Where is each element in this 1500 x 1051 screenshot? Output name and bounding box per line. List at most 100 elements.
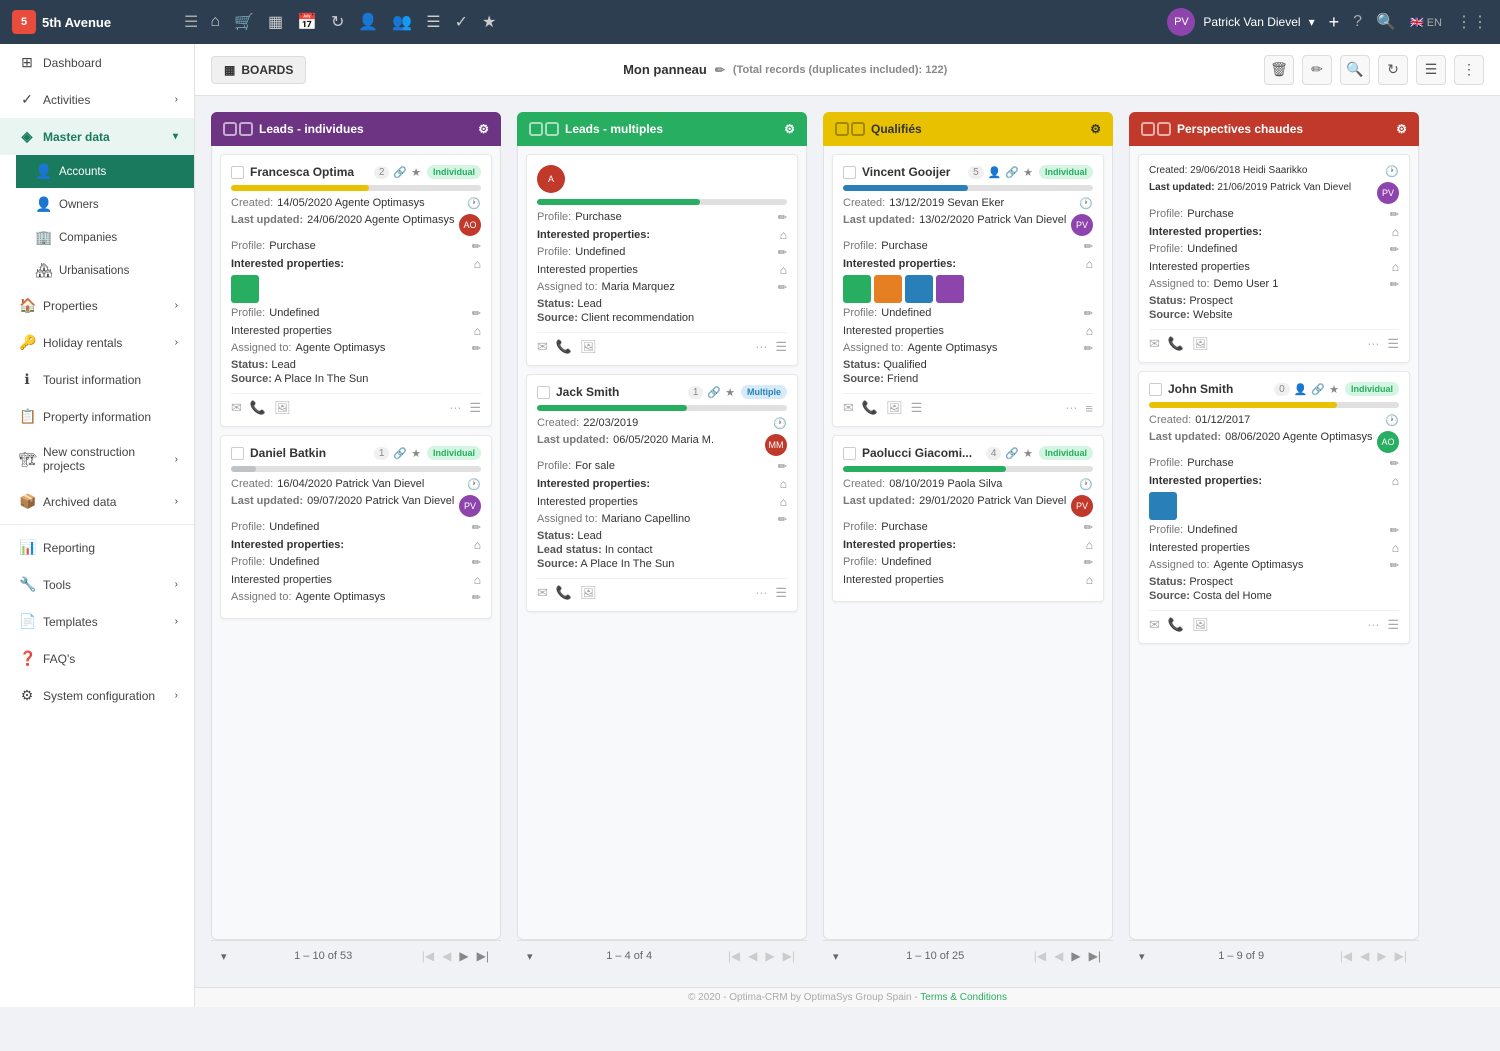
edit-profile-icon[interactable]: ✏ [472, 240, 481, 253]
footer-list-john[interactable]: ☰ [1387, 617, 1399, 633]
int-props2-icon-mult-1[interactable]: ⌂ [780, 263, 787, 277]
star-icon[interactable]: ★ [482, 12, 496, 32]
refresh-button[interactable]: ↻ [1378, 55, 1408, 85]
col-check-mult-2[interactable] [545, 122, 559, 136]
star-card-icon-jack[interactable]: ★ [725, 386, 735, 399]
col-check-qual-1[interactable] [835, 122, 849, 136]
card-checkbox-john[interactable] [1149, 383, 1162, 396]
phone-mult-1[interactable]: 📞 [556, 339, 572, 355]
edit-assigned-jack[interactable]: ✏ [778, 513, 787, 526]
prop-thumb-v1[interactable] [843, 275, 871, 303]
sidebar-item-activities[interactable]: ✓ Activities › [0, 81, 194, 118]
int-props-icon-mult-1[interactable]: ⌂ [780, 228, 787, 242]
edit-profile2-persp-1[interactable]: ✏ [1390, 243, 1399, 256]
star-icon-john[interactable]: ★ [1329, 383, 1339, 396]
star-card-icon[interactable]: ★ [411, 166, 421, 179]
sidebar-item-companies[interactable]: 🏢 Companies [16, 221, 194, 254]
next-page-btn-qual[interactable]: ▶ [1069, 947, 1082, 965]
edit-assigned-daniel[interactable]: ✏ [472, 591, 481, 604]
prop-thumb-v3[interactable] [905, 275, 933, 303]
email-icon[interactable]: ✉ [231, 400, 242, 416]
int-props2-icon-john[interactable]: ⌂ [1392, 541, 1399, 555]
phone-jack[interactable]: 📞 [556, 585, 572, 601]
int-props-icon-jack[interactable]: ⌂ [780, 477, 787, 491]
card-checkbox-francesca[interactable] [231, 166, 244, 179]
footer-more-john[interactable]: ⋯ [1367, 618, 1379, 632]
sidebar-item-dashboard[interactable]: ⊞ Dashboard [0, 44, 194, 81]
int-props2-icon-vincent[interactable]: ⌂ [1086, 324, 1093, 338]
sidebar-item-templates[interactable]: 📄 Templates › [0, 603, 194, 640]
star-icon-paolucci[interactable]: ★ [1023, 447, 1033, 460]
int-props-icon-persp-1[interactable]: ⌂ [1392, 225, 1399, 239]
edit-profile-paolucci[interactable]: ✏ [1084, 521, 1093, 534]
int-props2-icon-persp-1[interactable]: ⌂ [1392, 260, 1399, 274]
sidebar-item-owners[interactable]: 👤 Owners [16, 188, 194, 221]
footer-more-jack[interactable]: ⋯ [755, 586, 767, 600]
image-jack[interactable]: 🖼 [580, 585, 597, 601]
sidebar-item-faqs[interactable]: ❓ FAQ's [0, 640, 194, 677]
sidebar-item-reporting[interactable]: 📊 Reporting [0, 529, 194, 566]
plus-icon[interactable]: + [1329, 12, 1340, 33]
col-check-persp-1[interactable] [1141, 122, 1155, 136]
edit-profile2-paolucci[interactable]: ✏ [1084, 556, 1093, 569]
edit-icon-mult-1[interactable]: ✏ [778, 211, 787, 224]
footer-list-jack[interactable]: ☰ [775, 585, 787, 601]
sidebar-item-master-data[interactable]: ◈ Master data ▾ [0, 118, 194, 155]
first-page-btn-mult[interactable]: |◀ [726, 947, 742, 965]
check-icon[interactable]: ✓ [455, 12, 468, 32]
calendar-icon[interactable]: 📅 [297, 12, 317, 32]
list-icon[interactable]: ☰ [426, 12, 440, 32]
hamburger-menu-icon[interactable]: ☰ [184, 12, 198, 32]
edit-assigned-icon[interactable]: ✏ [472, 342, 481, 355]
image-mult-1[interactable]: 🖼 [580, 339, 597, 355]
sidebar-item-archived-data[interactable]: 📦 Archived data › [0, 483, 194, 520]
phone-icon[interactable]: 📞 [250, 400, 266, 416]
search-button[interactable]: 🔍 [1340, 55, 1370, 85]
edit-profile2-john[interactable]: ✏ [1390, 524, 1399, 537]
email-john[interactable]: ✉ [1149, 617, 1160, 633]
boards-button[interactable]: ▦ BOARDS [211, 56, 306, 84]
prev-page-btn-persp[interactable]: ◀ [1358, 947, 1371, 965]
sidebar-item-property-info[interactable]: 📋 Property information [0, 398, 194, 435]
sidebar-item-tourist-info[interactable]: ℹ Tourist information [0, 361, 194, 398]
collapse-mult-icon[interactable]: ▾ [527, 950, 533, 963]
edit-profile-john[interactable]: ✏ [1390, 457, 1399, 470]
person-icon[interactable]: 👤 [358, 12, 378, 32]
int-props-icon-paolucci[interactable]: ⌂ [1086, 538, 1093, 552]
first-page-btn-qual[interactable]: |◀ [1032, 947, 1048, 965]
last-page-btn[interactable]: ▶| [475, 947, 491, 965]
col-check-1[interactable] [223, 122, 237, 136]
prev-page-btn[interactable]: ◀ [440, 947, 453, 965]
collapse-icon[interactable]: ▾ [221, 950, 227, 963]
star-icon-vincent[interactable]: ★ [1023, 166, 1033, 179]
edit-profile-daniel[interactable]: ✏ [472, 521, 481, 534]
sidebar-item-urbanisations[interactable]: 🏘 Urbanisations [16, 254, 194, 287]
prop-thumb-j1[interactable] [1149, 492, 1177, 520]
last-page-btn-qual[interactable]: ▶| [1087, 947, 1103, 965]
phone-vincent[interactable]: 📞 [862, 400, 878, 416]
email-vincent[interactable]: ✉ [843, 400, 854, 416]
apps-menu-icon[interactable]: ⋮⋮ [1456, 12, 1488, 32]
footer-more-icon[interactable]: ⋯ [449, 401, 461, 415]
view-toggle-button[interactable]: ☰ [1416, 55, 1446, 85]
link-icon-daniel[interactable]: 🔗 [393, 447, 407, 460]
int-props2-icon-daniel[interactable]: ⌂ [474, 573, 481, 587]
email-mult-1[interactable]: ✉ [537, 339, 548, 355]
edit-profile2-daniel[interactable]: ✏ [472, 556, 481, 569]
edit-title-icon[interactable]: ✏ [715, 63, 725, 77]
col-check-mult-1[interactable] [529, 122, 543, 136]
sidebar-item-accounts[interactable]: 👤 Accounts [16, 155, 194, 188]
sidebar-item-tools[interactable]: 🔧 Tools › [0, 566, 194, 603]
edit-profile-persp-1[interactable]: ✏ [1390, 208, 1399, 221]
image-vincent[interactable]: 🖼 [886, 400, 903, 416]
home-icon[interactable]: ⌂ [210, 13, 220, 31]
edit-button[interactable]: ✏ [1302, 55, 1332, 85]
col-check-qual-2[interactable] [851, 122, 865, 136]
prop-thumb-1[interactable] [231, 275, 259, 303]
phone-john[interactable]: 📞 [1168, 617, 1184, 633]
star-card-icon-daniel[interactable]: ★ [411, 447, 421, 460]
first-page-btn-persp[interactable]: |◀ [1338, 947, 1354, 965]
footer-list-vincent[interactable]: ≡ [1085, 401, 1093, 416]
edit-profile2-icon[interactable]: ✏ [472, 307, 481, 320]
col-settings-persp-icon[interactable]: ⚙ [1396, 122, 1407, 136]
